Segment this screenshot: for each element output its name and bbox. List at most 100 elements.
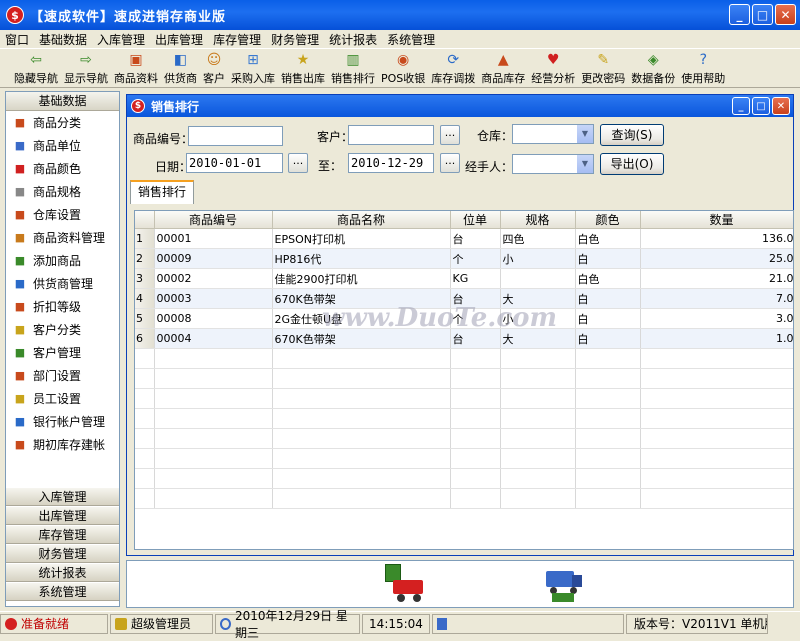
export-button[interactable]: 导出(O): [600, 153, 664, 175]
toolbar-button-8[interactable]: ◉ POS收银: [381, 49, 425, 87]
menu-item-3[interactable]: 出库管理: [150, 31, 208, 48]
sidebar-item-7[interactable]: ■ 供货商管理: [6, 272, 119, 295]
column-header-1[interactable]: 商品名称: [272, 211, 451, 229]
sidebar-item-5[interactable]: ■ 商品资料管理: [6, 226, 119, 249]
cell-code: 00001: [154, 228, 273, 249]
sidebar-item-icon: ■: [14, 323, 26, 336]
sidebar-item-13[interactable]: ■ 银行帐户管理: [6, 410, 119, 433]
status-bar: 准备就绪 超级管理员 2010年12月29日 星期三 14:15:04 版本号：…: [0, 609, 800, 640]
customer-input[interactable]: [348, 125, 434, 145]
sidebar-header[interactable]: 基础数据: [6, 92, 119, 111]
close-button[interactable]: ✕: [775, 4, 796, 25]
table-row[interactable]: 400003670K色带架台大白7.00: [135, 288, 793, 309]
table-row[interactable]: 300002佳能2900打印机KG 白色21.00: [135, 268, 793, 289]
sidebar-item-8[interactable]: ■ 折扣等级: [6, 295, 119, 318]
toolbar-button-0[interactable]: ⇦ 隐藏导航: [14, 49, 58, 87]
sidebar-item-9[interactable]: ■ 客户分类: [6, 318, 119, 341]
sidebar-item-icon: ■: [14, 392, 26, 405]
row-number-header: [135, 211, 155, 229]
sales-ranking-grid[interactable]: 商品编号 商品名称 位单 规格 颜色 数量 1 00001 EPSON打印机台四色 白色 136.…: [134, 210, 794, 550]
stock-truck-icon[interactable]: [544, 567, 584, 603]
status-date: 2010年12月29日 星期三: [215, 609, 360, 640]
child-minimize-button[interactable]: _: [732, 97, 750, 115]
sidebar-item-label: 仓库设置: [33, 208, 82, 222]
toolbar-button-4[interactable]: ☺ 客户: [203, 49, 225, 87]
date-to-pick-button[interactable]: ...: [440, 153, 460, 173]
toolbar-button-label: 商品库存: [481, 72, 526, 85]
date-from-input[interactable]: 2010-01-01: [186, 153, 283, 173]
handler-select[interactable]: ▼: [512, 154, 594, 174]
menu-item-1[interactable]: 基础数据: [34, 31, 92, 48]
toolbar-button-12[interactable]: ✎ 更改密码: [581, 49, 625, 87]
sidebar-group-2[interactable]: 库存管理: [6, 525, 119, 544]
menu-item-0[interactable]: 窗口: [0, 31, 34, 48]
warehouse-select[interactable]: ▼: [512, 124, 594, 144]
query-button[interactable]: 查询(S): [600, 124, 664, 146]
sidebar-item-2[interactable]: ■ 商品颜色: [6, 157, 119, 180]
table-row[interactable]: 100001EPSON打印机台四色白色136.00: [135, 228, 793, 249]
sidebar-group-0[interactable]: 入库管理: [6, 487, 119, 506]
menu-item-4[interactable]: 库存管理: [208, 31, 266, 48]
sidebar-item-10[interactable]: ■ 客户管理: [6, 341, 119, 364]
column-header-0[interactable]: 商品编号: [154, 211, 273, 229]
table-row[interactable]: 5000082G金仕顿U盘个小白3.00: [135, 308, 793, 329]
tab-sales-ranking[interactable]: 销售排行: [130, 180, 195, 204]
sidebar-group-4[interactable]: 统计报表: [6, 563, 119, 582]
toolbar-button-2[interactable]: ▣ 商品资料: [114, 49, 158, 87]
cell-qty: 1.00: [640, 328, 793, 349]
sidebar-item-3[interactable]: ■ 商品规格: [6, 180, 119, 203]
date-to-input[interactable]: 2010-12-29: [348, 153, 434, 173]
cell-name: 670K色带架: [272, 288, 451, 309]
sales-truck-icon[interactable]: [381, 564, 425, 604]
table-row[interactable]: 200009HP816代个小白25.00: [135, 248, 793, 269]
sidebar-item-0[interactable]: ■ 商品分类: [6, 111, 119, 134]
column-header-2[interactable]: 位单: [450, 211, 501, 229]
sidebar-item-14[interactable]: ■ 期初库存建帐: [6, 433, 119, 456]
toolbar-button-11[interactable]: ♥ 经营分析: [531, 49, 575, 87]
sidebar-item-6[interactable]: ■ 添加商品: [6, 249, 119, 272]
child-close-button[interactable]: ✕: [772, 97, 790, 115]
sidebar-group-3[interactable]: 财务管理: [6, 544, 119, 563]
toolbar-button-14[interactable]: ? 使用帮助: [681, 49, 725, 87]
child-maximize-button[interactable]: □: [752, 97, 770, 115]
cell-n: 4: [135, 288, 155, 309]
toolbar-button-10[interactable]: ▲ 商品库存: [481, 49, 525, 87]
sidebar-item-1[interactable]: ■ 商品单位: [6, 134, 119, 157]
cell-qty: 25.00: [640, 248, 793, 269]
cell-spec: 大: [500, 328, 576, 349]
product-code-input[interactable]: [188, 126, 283, 146]
toolbar-button-1[interactable]: ⇨ 显示导航: [64, 49, 108, 87]
toolbar-button-5[interactable]: ⊞ 采购入库: [231, 49, 275, 87]
toolbar-button-label: 使用帮助: [681, 72, 726, 85]
sidebar-item-4[interactable]: ■ 仓库设置: [6, 203, 119, 226]
column-header-4[interactable]: 颜色: [575, 211, 641, 229]
table-row[interactable]: 600004670K色带架台大白1.00: [135, 328, 793, 349]
child-window-title: 销售排行: [151, 99, 200, 114]
column-header-5[interactable]: 数量: [640, 211, 793, 229]
chevron-down-icon[interactable]: ▼: [577, 125, 593, 143]
sidebar-item-12[interactable]: ■ 员工设置: [6, 387, 119, 410]
date-from-pick-button[interactable]: ...: [288, 153, 308, 173]
app-title-bar: $ 【速成软件】速成进销存商业版 _ □ ✕: [0, 0, 800, 30]
maximize-button[interactable]: □: [752, 4, 773, 25]
menu-item-6[interactable]: 统计报表: [324, 31, 382, 48]
arrow-left-icon: ⇦: [30, 52, 42, 68]
sidebar-group-1[interactable]: 出库管理: [6, 506, 119, 525]
supplier-icon: ◧: [173, 52, 188, 68]
toolbar-button-3[interactable]: ◧ 供货商: [164, 49, 197, 87]
toolbar-button-7[interactable]: ▥ 销售排行: [331, 49, 375, 87]
sidebar-item-11[interactable]: ■ 部门设置: [6, 364, 119, 387]
menu-item-2[interactable]: 入库管理: [92, 31, 150, 48]
chevron-down-icon[interactable]: ▼: [577, 155, 593, 173]
toolbar-button-9[interactable]: ⟳ 库存调拨: [431, 49, 475, 87]
toolbar-button-13[interactable]: ◈ 数据备份: [631, 49, 675, 87]
toolbar-button-6[interactable]: ★ 销售出库: [281, 49, 325, 87]
customer-pick-button[interactable]: ...: [440, 125, 460, 145]
menu-item-7[interactable]: 系统管理: [382, 31, 440, 48]
sidebar-group-5[interactable]: 系统管理: [6, 582, 119, 601]
toolbar-button-label: 数据备份: [631, 72, 676, 85]
minimize-button[interactable]: _: [729, 4, 750, 25]
sidebar-item-label: 商品单位: [33, 139, 82, 153]
column-header-3[interactable]: 规格: [500, 211, 576, 229]
menu-item-5[interactable]: 财务管理: [266, 31, 324, 48]
